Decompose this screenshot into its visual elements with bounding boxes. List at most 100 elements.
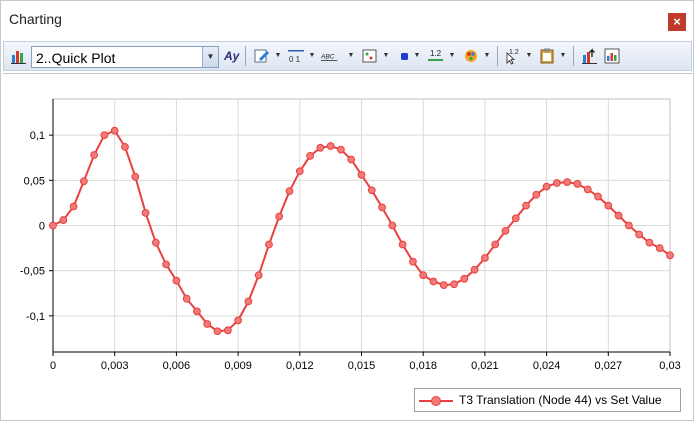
chart-legend[interactable]: T3 Translation (Node 44) vs Set Value xyxy=(414,388,681,412)
number-format-icon[interactable]: 1.2 xyxy=(427,47,445,65)
data-point[interactable] xyxy=(501,227,510,235)
data-point[interactable] xyxy=(69,202,78,211)
data-point[interactable] xyxy=(90,151,99,159)
data-point[interactable] xyxy=(409,257,417,266)
chevron-down-icon[interactable]: ▼ xyxy=(525,49,533,63)
data-point[interactable] xyxy=(121,142,129,151)
axis-scale-icon[interactable]: 0 1 xyxy=(287,47,305,65)
data-point[interactable] xyxy=(213,327,222,336)
chevron-down-icon[interactable]: ▼ xyxy=(413,49,421,63)
data-point[interactable] xyxy=(614,211,623,220)
x-tick-label: 0,018 xyxy=(409,360,437,372)
data-point[interactable] xyxy=(182,294,191,303)
x-tick-label: 0,03 xyxy=(659,360,680,372)
data-point[interactable] xyxy=(573,180,582,188)
data-point[interactable] xyxy=(316,143,325,152)
x-tick-label: 0,015 xyxy=(348,360,376,372)
data-point[interactable] xyxy=(244,297,253,306)
data-point[interactable] xyxy=(563,178,572,187)
data-point[interactable] xyxy=(532,190,541,199)
data-point[interactable] xyxy=(234,316,243,325)
data-point[interactable] xyxy=(141,208,150,217)
svg-text:ABC: ABC xyxy=(321,53,335,60)
data-point[interactable] xyxy=(265,240,273,249)
svg-text:0 1: 0 1 xyxy=(289,55,301,64)
plot-selector[interactable]: 2..Quick Plot ▼ xyxy=(31,46,219,68)
data-point[interactable] xyxy=(655,244,664,252)
data-point[interactable] xyxy=(398,240,407,249)
data-point[interactable] xyxy=(388,221,397,230)
edit-pen-icon[interactable] xyxy=(253,47,271,65)
marker-icon[interactable] xyxy=(361,47,379,65)
data-point[interactable] xyxy=(79,177,88,186)
data-point[interactable] xyxy=(378,203,386,212)
data-point[interactable] xyxy=(285,187,294,196)
data-point[interactable] xyxy=(645,238,654,247)
close-button[interactable]: × xyxy=(668,13,686,31)
data-point[interactable] xyxy=(666,251,674,260)
font-style-icon[interactable]: Ay xyxy=(223,47,241,65)
data-point[interactable] xyxy=(100,131,109,140)
data-point[interactable] xyxy=(583,185,592,194)
data-point[interactable] xyxy=(254,271,263,280)
data-point[interactable] xyxy=(470,265,479,274)
chevron-down-icon[interactable]: ▼ xyxy=(559,49,567,63)
data-point[interactable] xyxy=(203,320,212,328)
data-point[interactable] xyxy=(357,171,366,179)
data-point[interactable] xyxy=(491,240,500,249)
data-point[interactable] xyxy=(542,182,551,191)
data-point[interactable] xyxy=(295,167,304,176)
data-point[interactable] xyxy=(59,216,68,224)
data-point[interactable] xyxy=(481,254,489,262)
line-chart[interactable]: 0 0,003 0,006 0,009 0,012 0,015 0,018 0,021 0,02… xyxy=(3,74,692,421)
clipboard-icon[interactable] xyxy=(538,47,556,65)
series-color-icon[interactable] xyxy=(396,47,414,65)
data-point[interactable] xyxy=(193,307,201,316)
data-point[interactable] xyxy=(110,126,119,135)
data-point[interactable] xyxy=(511,214,520,223)
data-point[interactable] xyxy=(131,172,140,181)
x-tick-label: 0,027 xyxy=(595,360,623,372)
data-point[interactable] xyxy=(347,155,356,164)
data-point[interactable] xyxy=(604,201,613,210)
chevron-down-icon[interactable]: ▼ xyxy=(382,49,390,63)
export-chart-icon[interactable] xyxy=(581,47,599,65)
legend-series-label: T3 Translation (Node 44) vs Set Value xyxy=(459,393,662,407)
plot-selector-dropdown-arrow[interactable]: ▼ xyxy=(202,47,218,67)
data-point[interactable] xyxy=(306,152,314,160)
data-point[interactable] xyxy=(223,326,232,335)
data-point[interactable] xyxy=(162,260,171,269)
data-point[interactable] xyxy=(326,142,335,150)
chart-settings-icon[interactable] xyxy=(603,47,621,65)
data-point[interactable] xyxy=(522,201,530,210)
data-point[interactable] xyxy=(367,186,376,195)
chevron-down-icon[interactable]: ▼ xyxy=(274,49,282,63)
data-point[interactable] xyxy=(552,179,561,187)
data-point[interactable] xyxy=(172,276,181,285)
palette-icon[interactable] xyxy=(462,47,480,65)
title-bar[interactable]: Charting × xyxy=(1,1,693,39)
bar-chart-icon[interactable] xyxy=(10,47,28,65)
data-point[interactable] xyxy=(151,238,160,247)
chevron-down-icon[interactable]: ▼ xyxy=(308,49,316,63)
cursor-value-icon[interactable]: 1.2 xyxy=(504,47,522,65)
data-point[interactable] xyxy=(419,271,428,280)
chevron-down-icon[interactable]: ▼ xyxy=(483,49,491,63)
x-tick-label: 0,006 xyxy=(163,360,191,372)
data-point[interactable] xyxy=(635,230,644,239)
data-point[interactable] xyxy=(337,145,345,154)
data-point[interactable] xyxy=(594,192,602,201)
data-point[interactable] xyxy=(275,212,284,221)
chevron-down-icon[interactable]: ▼ xyxy=(448,49,456,63)
data-point[interactable] xyxy=(429,277,438,286)
data-point[interactable] xyxy=(49,221,57,230)
data-point[interactable] xyxy=(439,281,448,290)
toolbar-separator xyxy=(245,46,246,66)
chart-area[interactable]: 0 0,003 0,006 0,009 0,012 0,015 0,018 0,021 0,02… xyxy=(3,73,692,420)
text-style-icon[interactable]: ABC xyxy=(321,47,339,65)
data-point[interactable] xyxy=(460,274,469,283)
legend-series-marker xyxy=(419,396,453,406)
data-point[interactable] xyxy=(450,280,458,289)
chevron-down-icon[interactable]: ▼ xyxy=(347,49,355,63)
data-point[interactable] xyxy=(624,221,633,230)
